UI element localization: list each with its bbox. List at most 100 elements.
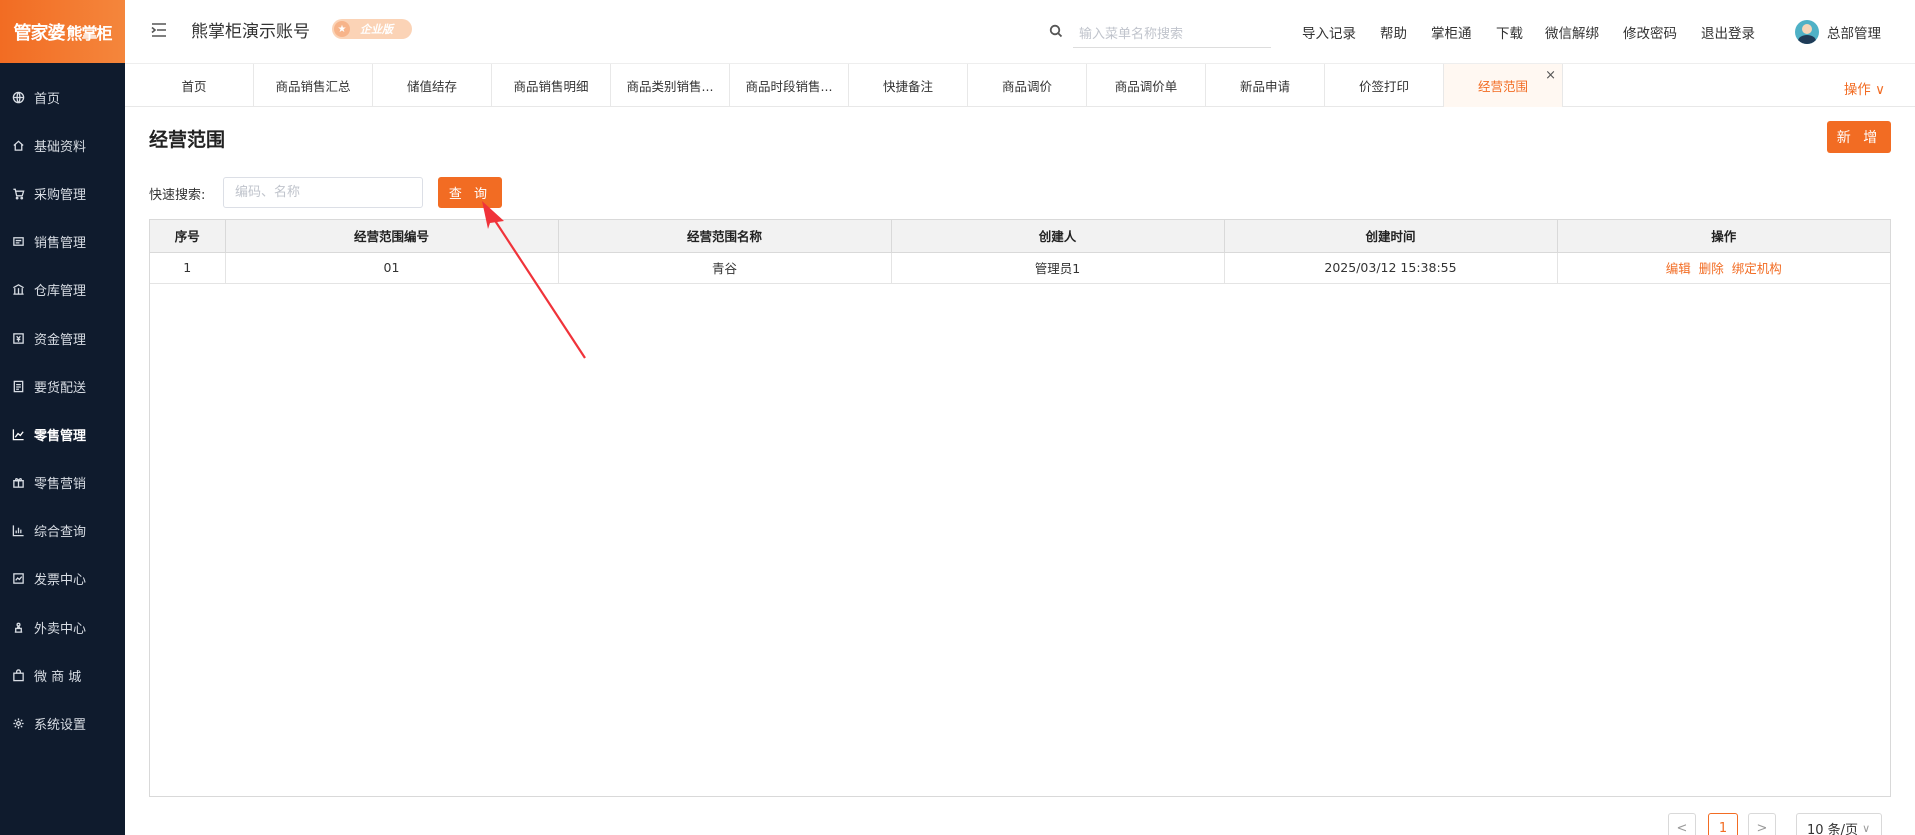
page-title: 经营范围	[149, 129, 226, 151]
menu-search-input[interactable]	[1073, 22, 1271, 48]
sidebar-item-warehouse[interactable]: 仓库管理	[0, 266, 125, 314]
tab-category-sales[interactable]: 商品类别销售...	[611, 64, 730, 107]
avatar	[1795, 20, 1819, 44]
logo-text-b: 熊掌柜	[66, 23, 112, 43]
sidebar-item-takeaway[interactable]: 外卖中心	[0, 603, 125, 651]
tab-price-adjust[interactable]: 商品调价	[968, 64, 1087, 107]
logout-link[interactable]: 退出登录	[1701, 22, 1755, 42]
sidebar-item-label: 销售管理	[34, 236, 87, 252]
edit-link[interactable]: 编辑	[1666, 261, 1691, 276]
sidebar-item-label: 零售管理	[34, 428, 87, 444]
sidebar-item-label: 要货配送	[34, 380, 87, 396]
tab-home[interactable]: 首页	[135, 64, 254, 107]
sidebar-item-basic-data[interactable]: 基础资料	[0, 121, 125, 169]
sidebar-item-home[interactable]: 首页	[0, 73, 125, 121]
sidebar-item-marketing[interactable]: 零售营销	[0, 459, 125, 507]
user-menu[interactable]: 总部管理	[1795, 20, 1881, 44]
sales-icon	[11, 235, 25, 249]
user-name: 总部管理	[1827, 26, 1881, 42]
globe-icon	[11, 90, 25, 104]
tab-new-product-request[interactable]: 新品申请	[1206, 64, 1325, 107]
column-header-created-at: 创建时间	[1224, 220, 1558, 253]
query-button[interactable]: 查 询	[438, 177, 502, 208]
change-password-link[interactable]: 修改密码	[1623, 22, 1677, 42]
zhanggui-link[interactable]: 掌柜通	[1431, 22, 1472, 42]
bind-org-link[interactable]: 绑定机构	[1732, 261, 1782, 276]
tab-product-sales-detail[interactable]: 商品销售明细	[492, 64, 611, 107]
import-records-link[interactable]: 导入记录	[1302, 22, 1356, 42]
gift-icon	[11, 476, 25, 490]
sidebar-item-sales[interactable]: 销售管理	[0, 218, 125, 266]
sidebar-item-label: 基础资料	[34, 139, 87, 155]
tab-quick-notes[interactable]: 快捷备注	[849, 64, 968, 107]
sidebar-item-funds[interactable]: 资金管理	[0, 314, 125, 362]
column-header-creator: 创建人	[891, 220, 1225, 253]
cell-name: 青谷	[558, 252, 892, 284]
tab-business-scope[interactable]: 经营范围 ×	[1444, 64, 1563, 107]
sidebar-item-settings[interactable]: 系统设置	[0, 699, 125, 747]
quick-search-input[interactable]	[223, 177, 423, 208]
sidebar-item-label: 外卖中心	[34, 621, 87, 637]
sidebar-item-retail[interactable]: 零售管理	[0, 410, 125, 458]
bar-chart-icon	[11, 524, 25, 538]
table-row[interactable]: 1 01 青谷 管理员1 2025/03/12 15:38:55 编辑 删除 绑定机…	[150, 252, 1890, 284]
sidebar-item-label: 发票中心	[34, 573, 87, 589]
page-1-button[interactable]: 1	[1708, 813, 1738, 835]
cart-icon	[11, 186, 25, 200]
wechat-unbind-link[interactable]: 微信解绑	[1545, 22, 1599, 42]
download-link[interactable]: 下载	[1496, 22, 1523, 42]
warehouse-icon	[11, 283, 25, 297]
cell-creator: 管理员1	[891, 252, 1225, 284]
table-header-row: 序号 经营范围编号 经营范围名称 创建人 创建时间 操作	[150, 220, 1890, 253]
sidebar-item-label: 仓库管理	[34, 284, 87, 300]
brand-logo[interactable]: 管家婆 熊掌柜	[0, 0, 125, 63]
sidebar-item-label: 采购管理	[34, 187, 87, 203]
menu-toggle-icon[interactable]	[150, 21, 168, 39]
prev-page-button[interactable]: <	[1668, 813, 1696, 835]
sidebar-item-label: 系统设置	[34, 718, 87, 734]
column-header-index: 序号	[150, 220, 226, 253]
sidebar-item-label: 资金管理	[34, 332, 87, 348]
invoice-icon	[11, 572, 25, 586]
tab-time-sales[interactable]: 商品时段销售...	[730, 64, 849, 107]
tab-stored-value-balance[interactable]: 储值结存	[373, 64, 492, 107]
sidebar-item-delivery[interactable]: 要货配送	[0, 362, 125, 410]
chevron-down-icon: ∨	[1862, 821, 1871, 835]
edition-badge-label: 企业版	[360, 23, 393, 36]
edition-badge: ★ 企业版	[332, 19, 412, 39]
close-icon[interactable]: ×	[1545, 68, 1556, 83]
add-button[interactable]: 新 增	[1827, 121, 1891, 153]
money-icon	[11, 331, 25, 345]
sidebar-item-query[interactable]: 综合查询	[0, 507, 125, 555]
help-link[interactable]: 帮助	[1380, 22, 1407, 42]
chart-icon	[11, 427, 25, 441]
sidebar-item-mall[interactable]: 微 商 城	[0, 651, 125, 699]
home-icon	[11, 138, 25, 152]
tab-price-adjust-sheet[interactable]: 商品调价单	[1087, 64, 1206, 107]
tab-price-tag-print[interactable]: 价签打印	[1325, 64, 1444, 107]
tab-product-sales-summary[interactable]: 商品销售汇总	[254, 64, 373, 107]
tab-operations-dropdown[interactable]: 操作 ∨	[1844, 78, 1885, 98]
next-page-button[interactable]: >	[1748, 813, 1776, 835]
account-name: 熊掌柜演示账号	[191, 22, 310, 42]
business-scope-table: 序号 经营范围编号 经营范围名称 创建人 创建时间 操作 1 01 青谷 管理员…	[149, 219, 1891, 797]
delete-link[interactable]: 删除	[1699, 261, 1724, 276]
cell-created-at: 2025/03/12 15:38:55	[1224, 252, 1558, 284]
tab-label: 经营范围	[1477, 79, 1528, 94]
cell-actions: 编辑 删除 绑定机构	[1557, 252, 1890, 284]
sidebar-item-invoice[interactable]: 发票中心	[0, 555, 125, 603]
sidebar-item-purchase[interactable]: 采购管理	[0, 169, 125, 217]
gear-icon	[11, 717, 25, 731]
page-size-select[interactable]: 10 条/页 ∨	[1796, 813, 1882, 835]
search-icon[interactable]	[1049, 24, 1063, 42]
sidebar-nav: 首页 基础资料 采购管理 销售管理 仓库管理 资金管理 要货配送 零售管理 零售…	[0, 73, 125, 748]
sidebar-item-label: 零售营销	[34, 477, 87, 493]
sidebar-item-label: 首页	[34, 91, 61, 107]
page-size-value: 10 条/页	[1807, 822, 1859, 835]
cell-index: 1	[150, 252, 226, 284]
sidebar: 管家婆 熊掌柜 首页 基础资料 采购管理 销售管理 仓库管理 资金管理 要货配送…	[0, 0, 125, 835]
column-header-name: 经营范围名称	[558, 220, 892, 253]
tab-bar: 首页 商品销售汇总 储值结存 商品销售明细 商品类别销售... 商品时段销售..…	[125, 63, 1915, 107]
star-icon: ★	[334, 21, 350, 37]
column-header-actions: 操作	[1557, 220, 1890, 253]
